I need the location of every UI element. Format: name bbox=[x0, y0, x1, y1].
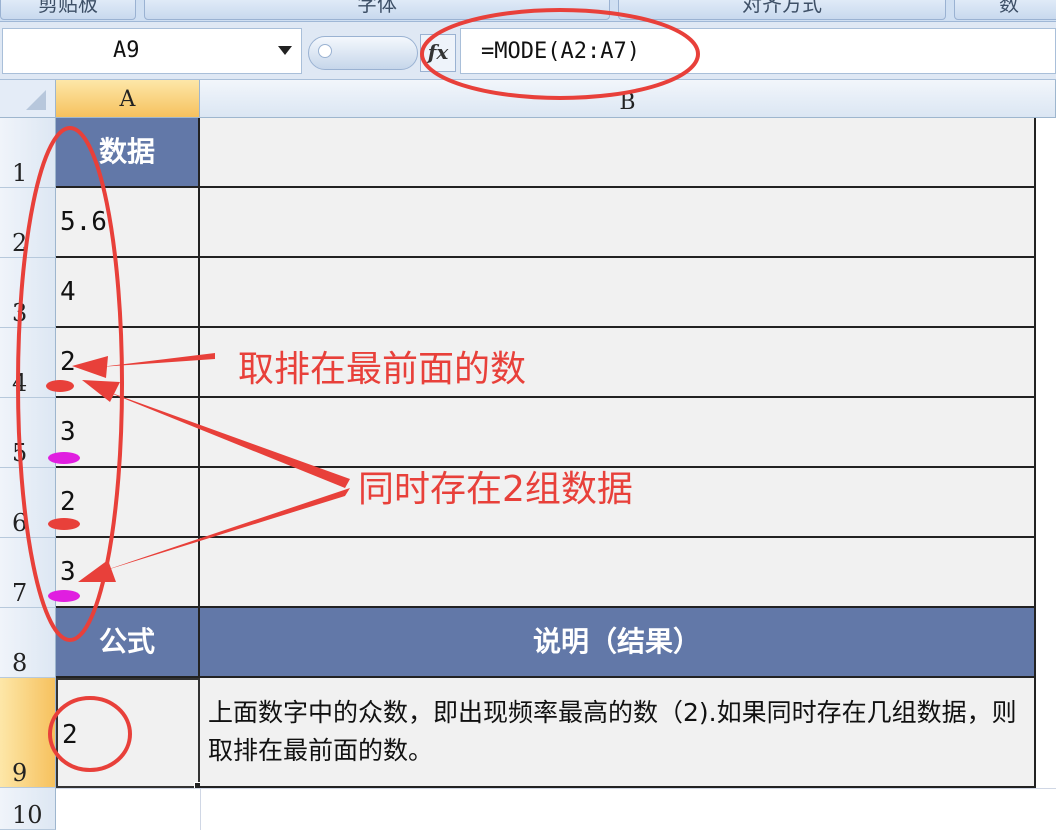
arrow-second-note-lower bbox=[100, 488, 350, 572]
underline-mark-a4 bbox=[46, 380, 74, 392]
underline-mark-a7 bbox=[48, 590, 80, 602]
arrow-first-note bbox=[100, 353, 215, 367]
arrowhead-second-note-upper bbox=[82, 380, 120, 402]
annotation-overlay bbox=[16, 8, 700, 772]
annotation-second-note: 同时存在2组数据 bbox=[358, 469, 633, 510]
underline-mark-a6 bbox=[48, 518, 80, 530]
underline-mark-a5 bbox=[48, 452, 80, 464]
result-ellipse bbox=[48, 696, 132, 772]
annotation-first-note: 取排在最前面的数 bbox=[238, 349, 527, 390]
arrowhead-first-note bbox=[72, 356, 108, 378]
arrow-second-note-upper bbox=[98, 388, 350, 488]
arrowhead-second-note-lower bbox=[78, 560, 116, 582]
formula-highlight-ellipse bbox=[420, 8, 700, 100]
